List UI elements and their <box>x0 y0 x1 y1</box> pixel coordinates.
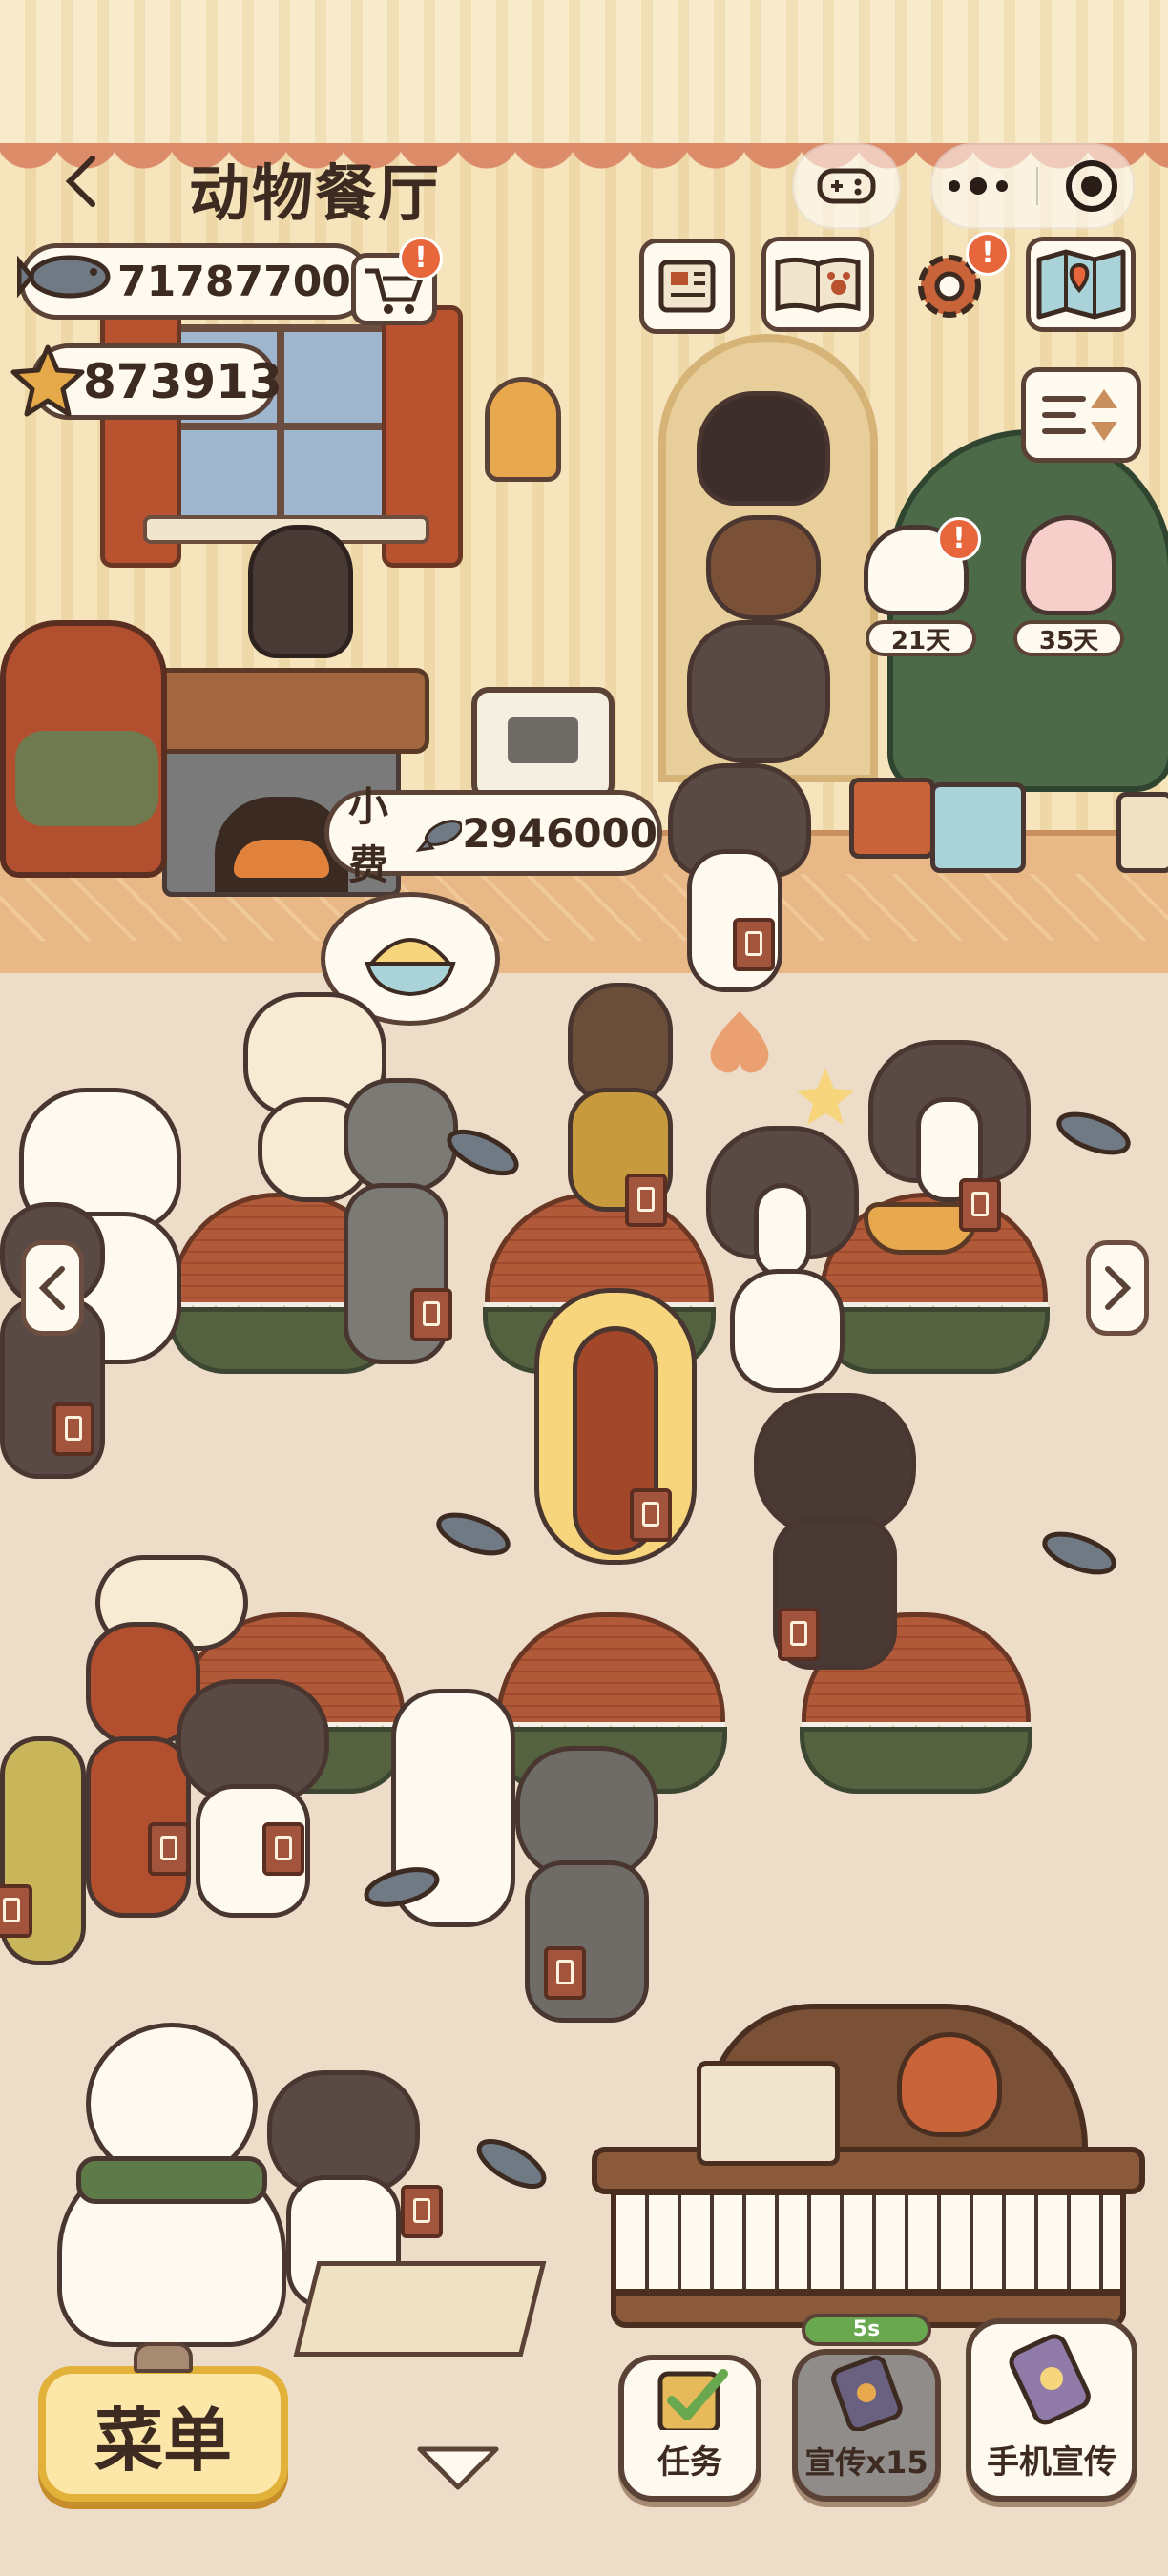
map-icon <box>1036 249 1125 320</box>
promo-card-icon <box>831 2355 903 2431</box>
phone-promo-button[interactable]: 手机宣传 <box>966 2318 1137 2502</box>
prev-floor-button[interactable] <box>21 1240 84 1336</box>
guest-days-label: 35天 <box>1013 620 1124 656</box>
fish-icon <box>447 1129 519 1176</box>
mini-program-capsule <box>930 143 1135 229</box>
fish-icon <box>476 2138 547 2190</box>
page-title: 动物餐厅 <box>189 159 441 230</box>
badger-guest[interactable] <box>730 1269 845 1402</box>
black-cat <box>248 525 353 658</box>
armchair <box>0 620 167 878</box>
fish-icon <box>1056 1111 1131 1155</box>
border-collie-guest[interactable] <box>177 1679 329 1918</box>
tv <box>471 687 615 801</box>
gift-box <box>1116 792 1168 873</box>
hedgehog-guest[interactable] <box>0 1736 86 1975</box>
alert-badge: ! <box>937 517 981 561</box>
rat-guest[interactable] <box>506 1746 668 2023</box>
border-collie-guest[interactable] <box>658 763 811 1002</box>
map-button[interactable] <box>1026 237 1136 332</box>
gift-box <box>849 778 935 859</box>
piano[interactable] <box>592 2004 1145 2328</box>
promo-timer-bar: 5s <box>802 2314 931 2346</box>
next-floor-button[interactable] <box>1086 1240 1149 1336</box>
more-dots-icon[interactable] <box>945 177 1012 196</box>
target-circle-icon[interactable] <box>1063 157 1120 215</box>
snowman-chef[interactable] <box>38 2023 305 2347</box>
fish-icon <box>1042 1531 1116 1575</box>
star-icon <box>10 344 85 417</box>
sort-toggle-icon <box>1042 389 1117 441</box>
star-sparkle-icon <box>796 1068 855 1125</box>
chevron-right-icon <box>1105 1266 1132 1310</box>
german-shepherd-guest[interactable] <box>558 983 682 1227</box>
gray-wolf-guest[interactable] <box>334 1078 468 1374</box>
phone-promo-label: 手机宣传 <box>987 2443 1116 2482</box>
alert-badge: ! <box>399 237 443 280</box>
wall-top-band <box>0 0 1168 143</box>
border-collie-guest[interactable] <box>706 1126 859 1288</box>
tip-bubble[interactable]: 小费 2946000 <box>324 783 662 888</box>
guest-days-label: 21天 <box>866 620 976 656</box>
promo-label: 宣传x15 <box>804 2444 928 2481</box>
phone-promo-icon <box>1009 2334 1091 2425</box>
chevron-left-icon <box>38 1266 65 1310</box>
scroll-down-button[interactable] <box>410 2438 506 2495</box>
pawprint-book-button[interactable] <box>761 237 874 332</box>
animal-guest-queue <box>668 372 859 773</box>
newspaper-icon <box>658 260 716 313</box>
task-button[interactable]: 任务 <box>618 2355 761 2502</box>
fish-icon <box>436 1512 511 1556</box>
checklist-icon <box>657 2369 728 2430</box>
chevron-left-icon <box>65 156 95 207</box>
christmas-rug <box>293 2261 547 2357</box>
menu-button[interactable]: 菜单 <box>38 2366 288 2502</box>
star-count: 873913 <box>83 354 282 409</box>
wall-lamp <box>485 377 561 482</box>
spade-sparkle-icon <box>710 1011 769 1073</box>
tip-label: 小费 <box>348 783 389 888</box>
gift-box <box>930 782 1026 873</box>
promo-button[interactable]: 宣传x15 <box>792 2349 941 2502</box>
fish-icon <box>415 820 463 852</box>
menu-label: 菜单 <box>94 2399 232 2481</box>
back-button[interactable] <box>52 143 119 219</box>
border-collie-guest[interactable] <box>868 1040 1031 1232</box>
sort-toggle-button[interactable] <box>1021 367 1141 463</box>
gamepad-icon <box>817 168 876 204</box>
promo-timer: 5s <box>852 2317 881 2341</box>
tip-amount: 2946000 <box>462 809 657 857</box>
fish-icon <box>364 1867 440 1907</box>
fish-icon <box>17 255 111 299</box>
menu-clip-tab <box>134 2342 193 2373</box>
task-label: 任务 <box>657 2443 722 2482</box>
hotdog-costume-guest[interactable] <box>534 1288 697 1574</box>
tree-guest-girl[interactable] <box>1021 515 1116 615</box>
mantel <box>124 668 429 754</box>
chevron-down-icon <box>417 2446 499 2490</box>
newspaper-button[interactable] <box>639 239 735 334</box>
gamepad-button[interactable] <box>792 143 901 229</box>
fox-ninja-guest[interactable] <box>754 1393 916 1679</box>
pawprint-book-icon <box>775 257 861 313</box>
alert-badge: ! <box>966 232 1010 276</box>
